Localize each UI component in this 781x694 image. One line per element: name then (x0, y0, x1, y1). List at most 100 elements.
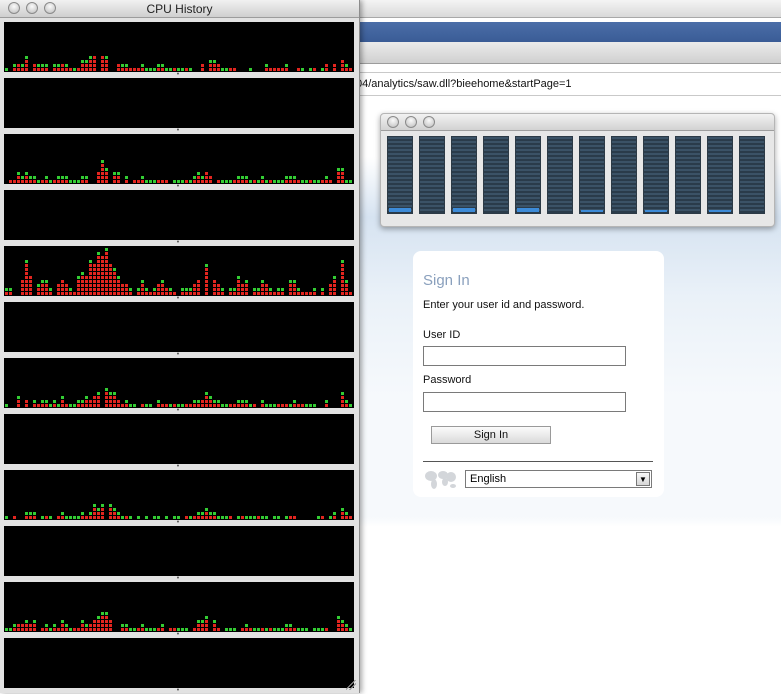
user-id-input[interactable] (423, 346, 626, 366)
cpu-sample-cell (205, 272, 208, 275)
cpu-sample-cell (89, 68, 92, 71)
cpu-sample-cell (45, 400, 48, 403)
password-input[interactable] (423, 392, 626, 412)
cpu-sample-cell (77, 516, 80, 519)
cpu-sample-cell (25, 628, 28, 631)
cpu-sample-cell (217, 68, 220, 71)
cpu-sample-cell (341, 284, 344, 287)
cpu-sample-cell (101, 280, 104, 283)
cpu-sample-cell (197, 292, 200, 295)
cpu-sample-cell (321, 516, 324, 519)
cpu-sample-cell (345, 400, 348, 403)
cpu-sample-cell (5, 516, 8, 519)
cpu-history-graph (4, 22, 354, 72)
cpu-sample-cell (69, 628, 72, 631)
cpu-sample-cell (85, 404, 88, 407)
cpu-sample-cell (273, 516, 276, 519)
cpu-sample-cell (65, 284, 68, 287)
cpu-sample-cell (109, 396, 112, 399)
cpu-usage-titlebar[interactable] (381, 114, 774, 131)
cpu-sample-cell (225, 180, 228, 183)
cpu-sample-cell (93, 276, 96, 279)
cpu-sample-cell (241, 176, 244, 179)
cpu-sample-cell (101, 68, 104, 71)
cpu-sample-cell (241, 180, 244, 183)
cpu-sample-cell (25, 288, 28, 291)
cpu-sample-cell (245, 624, 248, 627)
cpu-sample-cell (305, 292, 308, 295)
cpu-sample-cell (89, 264, 92, 267)
cpu-sample-cell (153, 292, 156, 295)
cpu-sample-cell (105, 276, 108, 279)
cpu-sample-cell (313, 404, 316, 407)
cpu-sample-cell (105, 624, 108, 627)
cpu-sample-cell (21, 280, 24, 283)
cpu-sample-cell (277, 288, 280, 291)
cpu-sample-cell (65, 624, 68, 627)
cpu-sample-cell (21, 288, 24, 291)
minimize-icon[interactable] (405, 116, 417, 128)
close-icon[interactable] (387, 116, 399, 128)
cpu-sample-cell (49, 180, 52, 183)
cpu-sample-cell (105, 264, 108, 267)
cpu-sample-cell (165, 180, 168, 183)
cpu-sample-cell (105, 268, 108, 271)
cpu-sample-cell (273, 628, 276, 631)
cpu-sample-cell (161, 180, 164, 183)
cpu-sample-cell (89, 272, 92, 275)
zoom-icon[interactable] (423, 116, 435, 128)
cpu-sample-cell (141, 176, 144, 179)
resize-grip-icon[interactable] (346, 680, 356, 690)
sign-in-button[interactable]: Sign In (431, 426, 551, 444)
cpu-sample-cell (301, 404, 304, 407)
cpu-sample-cell (25, 292, 28, 295)
cpu-sample-cell (81, 284, 84, 287)
cpu-sample-cell (325, 400, 328, 403)
cpu-sample-cell (109, 264, 112, 267)
cpu-sample-cell (101, 508, 104, 511)
cpu-sample-cell (209, 404, 212, 407)
cpu-sample-cell (65, 404, 68, 407)
cpu-sample-cell (25, 56, 28, 59)
cpu-sample-cell (341, 288, 344, 291)
cpu-sample-cell (317, 180, 320, 183)
language-select[interactable]: English ▼ (465, 470, 652, 488)
cpu-sample-cell (221, 288, 224, 291)
cpu-sample-cell (125, 624, 128, 627)
cpu-sample-cell (205, 392, 208, 395)
cpu-sample-cell (125, 176, 128, 179)
cpu-sample-cell (173, 404, 176, 407)
cpu-sample-cell (53, 68, 56, 71)
cpu-sample-cell (97, 624, 100, 627)
cpu-sample-cell (341, 168, 344, 171)
cpu-sample-cell (193, 516, 196, 519)
address-url[interactable]: 04/analytics/saw.dll?bieehome&startPage=… (356, 78, 572, 90)
cpu-sample-cell (265, 516, 268, 519)
cpu-sample-cell (289, 624, 292, 627)
cpu-sample-cell (285, 516, 288, 519)
cpu-sample-cell (29, 284, 32, 287)
user-id-label: User ID (423, 329, 461, 341)
cpu-sample-cell (293, 280, 296, 283)
chevron-down-icon[interactable]: ▼ (636, 472, 650, 486)
cpu-sample-cell (217, 516, 220, 519)
cpu-sample-cell (29, 176, 32, 179)
cpu-sample-cell (321, 180, 324, 183)
cpu-sample-cell (333, 516, 336, 519)
cpu-sample-cell (21, 284, 24, 287)
cpu-sample-cell (101, 272, 104, 275)
cpu-sample-cell (25, 276, 28, 279)
cpu-sample-cell (117, 288, 120, 291)
cpu-sample-cell (29, 516, 32, 519)
cpu-sample-cell (333, 68, 336, 71)
cpu-sample-cell (157, 64, 160, 67)
cpu-sample-cell (185, 288, 188, 291)
cpu-sample-cell (205, 172, 208, 175)
cpu-sample-cell (93, 268, 96, 271)
cpu-sample-cell (97, 616, 100, 619)
cpu-history-titlebar[interactable]: CPU History (0, 0, 359, 18)
cpu-sample-cell (29, 624, 32, 627)
cpu-sample-cell (341, 180, 344, 183)
cpu-sample-cell (101, 180, 104, 183)
cpu-sample-cell (57, 404, 60, 407)
